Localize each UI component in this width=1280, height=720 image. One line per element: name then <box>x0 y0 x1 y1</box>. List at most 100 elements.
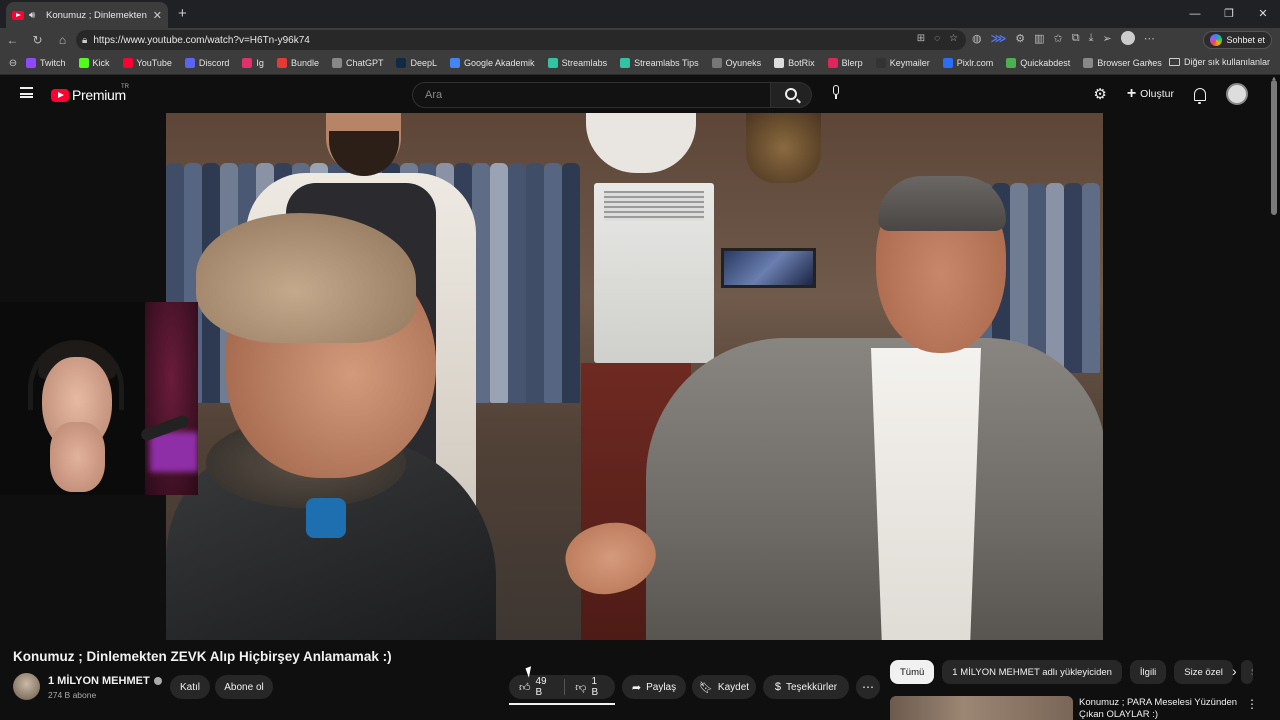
share-browser-icon[interactable]: ➢ <box>1103 32 1112 45</box>
address-bar-icons: ⊞ ◌ ☆ <box>917 33 958 44</box>
recommendation-thumbnail[interactable] <box>890 696 1073 720</box>
collections-icon[interactable]: ⧉ <box>1072 32 1080 45</box>
account-avatar[interactable] <box>1226 83 1248 105</box>
bookmark-item[interactable]: ChatGPT <box>331 58 383 68</box>
recommendation-menu-icon[interactable]: ⋮ <box>1246 697 1258 711</box>
like-dislike-group: 👍︎ 49 B 👎︎ 1 B <box>509 675 615 699</box>
bookmark-label: Pixlr.com <box>956 58 994 68</box>
refresh-icon[interactable]: ↻ <box>25 33 50 47</box>
tracking-icon[interactable]: ◌ <box>934 33 940 44</box>
voice-search-mic-icon[interactable] <box>828 85 844 103</box>
bookmark-item[interactable]: Ig <box>242 58 264 68</box>
bookmark-item[interactable]: Pixlr.com <box>942 58 994 68</box>
speaker-icon[interactable]: 🔊︎ <box>29 10 41 21</box>
bookmark-label: BotRix <box>788 58 815 68</box>
close-window-icon[interactable]: ✕ <box>1246 0 1280 28</box>
more-menu-icon[interactable]: ⋯ <box>1144 32 1155 45</box>
channel-avatar[interactable] <box>13 673 40 700</box>
split-screen-icon[interactable]: ▥ <box>1034 32 1044 45</box>
app-available-icon[interactable]: ⊞ <box>917 33 925 44</box>
filter-chip[interactable]: S <box>1240 660 1253 684</box>
bookmark-label: Keymailer <box>889 58 930 68</box>
share-button[interactable]: ➦ Paylaş <box>622 675 686 699</box>
back-icon[interactable]: ← <box>0 33 25 47</box>
header-actions: ⚙ + Oluştur <box>1093 83 1248 105</box>
filter-chip[interactable]: 1 MİLYON MEHMET adlı yükleyiciden <box>942 660 1122 684</box>
thumbs-up-icon: 👍︎ <box>519 681 531 694</box>
extension-wave-icon[interactable]: ⋙ <box>991 32 1007 45</box>
more-bookmarks-chevron-icon[interactable]: › <box>1148 56 1152 68</box>
search-icon <box>785 88 797 100</box>
bookmark-item[interactable]: Twitch <box>26 58 66 68</box>
profile-avatar-icon[interactable] <box>1120 31 1135 45</box>
lock-icon[interactable]: 🔒︎ <box>82 35 87 46</box>
create-button[interactable]: + Oluştur <box>1127 85 1174 103</box>
thanks-button[interactable]: $ Teşekkürler <box>763 675 849 699</box>
extensions-icon[interactable]: ⚙ <box>1015 32 1025 45</box>
address-bar[interactable]: 🔒︎ https://www.youtube.com/watch?v=H6Tn-… <box>76 30 966 50</box>
favorite-star-icon[interactable]: ☆ <box>949 33 958 44</box>
recommendation-filter-chips: Tümü 1 MİLYON MEHMET adlı yükleyiciden İlg… <box>890 660 1253 684</box>
youtube-favicon-icon <box>12 10 24 20</box>
maximize-icon[interactable]: ❐ <box>1212 0 1246 28</box>
bookmark-favicon-icon <box>547 58 558 68</box>
bookmark-item[interactable]: Keymailer <box>875 58 930 68</box>
extension-gear-icon[interactable]: ⚙ <box>1093 85 1106 103</box>
notifications-bell-icon[interactable] <box>1194 87 1206 104</box>
bookmark-item[interactable]: YouTube <box>122 58 172 68</box>
dislike-count: 1 B <box>591 676 599 698</box>
bookmark-item[interactable]: Discord <box>184 58 229 68</box>
save-label: Kaydet <box>717 681 750 693</box>
search-input[interactable]: Ara <box>412 82 770 108</box>
subscriber-count: 274 B abone <box>48 690 97 700</box>
menu-hamburger-icon[interactable] <box>20 87 33 98</box>
recommendation-title[interactable]: Konumuz ; PARA Meselesi Yüzünden Çıkan O… <box>1079 697 1239 720</box>
bookmark-item[interactable]: Blerp <box>827 58 863 68</box>
bookmark-item[interactable]: DeepL <box>396 58 437 68</box>
page-scrollbar[interactable] <box>1271 80 1277 215</box>
favorites-icon[interactable]: ✩ <box>1054 32 1063 45</box>
youtube-premium-logo[interactable]: Premium TR <box>51 84 129 103</box>
bookmark-label: Oyuneks <box>725 58 762 68</box>
channel-name[interactable]: 1 MİLYON MEHMET <box>48 675 162 687</box>
home-icon[interactable]: ⌂ <box>50 33 75 47</box>
subscribe-button[interactable]: Abone ol <box>215 675 273 699</box>
join-button[interactable]: Katıl <box>170 675 210 699</box>
search-button[interactable] <box>770 82 812 108</box>
other-bookmarks-folder[interactable]: Diğer sık kullanılanlar <box>1168 57 1270 67</box>
bookmark-item[interactable]: BotRix <box>774 58 815 68</box>
mannequin <box>586 113 696 173</box>
bookmark-favicon-icon <box>620 58 631 68</box>
bookmark-item[interactable]: Quickabdest <box>1006 58 1070 68</box>
country-code: TR <box>121 84 129 90</box>
bookmark-label: Streamlabs <box>561 58 608 68</box>
video-player[interactable] <box>166 113 1103 640</box>
close-tab-icon[interactable]: ✕ <box>153 9 162 22</box>
filter-chip[interactable]: Size özel <box>1174 660 1233 684</box>
extension-game-icon[interactable]: ◍ <box>972 32 982 45</box>
bookmark-item[interactable]: Streamlabs Tips <box>620 58 699 68</box>
browser-tab-active[interactable]: 🔊︎ Konumuz ; Dinlemekten ZEVK ✕ <box>6 2 168 28</box>
more-actions-icon[interactable]: ⋯ <box>856 675 880 699</box>
minimize-icon[interactable]: — <box>1178 0 1212 28</box>
bookmark-label: Blerp <box>841 58 863 68</box>
new-tab-icon[interactable]: + <box>178 5 187 22</box>
bookmark-favicon-icon <box>26 58 36 68</box>
like-button[interactable]: 👍︎ 49 B <box>509 675 564 699</box>
bookmark-label: Ig <box>256 58 264 68</box>
bookmark-item[interactable]: Google Akademik <box>450 58 535 68</box>
url-text: https://www.youtube.com/watch?v=H6Tn-y96… <box>93 34 310 46</box>
bookmark-item[interactable]: Kick <box>78 58 110 68</box>
bookmark-item[interactable]: Oyuneks <box>711 58 762 68</box>
bookmark-item[interactable]: Streamlabs <box>547 58 608 68</box>
filter-chip[interactable]: Tümü <box>890 660 935 684</box>
reading-list-icon[interactable]: ⊖ <box>0 58 26 69</box>
chips-next-chevron-icon[interactable]: › <box>1232 663 1237 679</box>
save-button[interactable]: 🔖︎ Kaydet <box>692 675 756 699</box>
download-icon[interactable]: ⤓ <box>1089 32 1094 45</box>
copilot-button[interactable]: Sohbet et <box>1203 31 1272 49</box>
filter-chip[interactable]: İlgili <box>1129 660 1167 684</box>
bookmark-item[interactable]: Bundle <box>276 58 319 68</box>
bookmark-label: Bundle <box>290 58 319 68</box>
dislike-button[interactable]: 👎︎ 1 B <box>565 675 615 699</box>
